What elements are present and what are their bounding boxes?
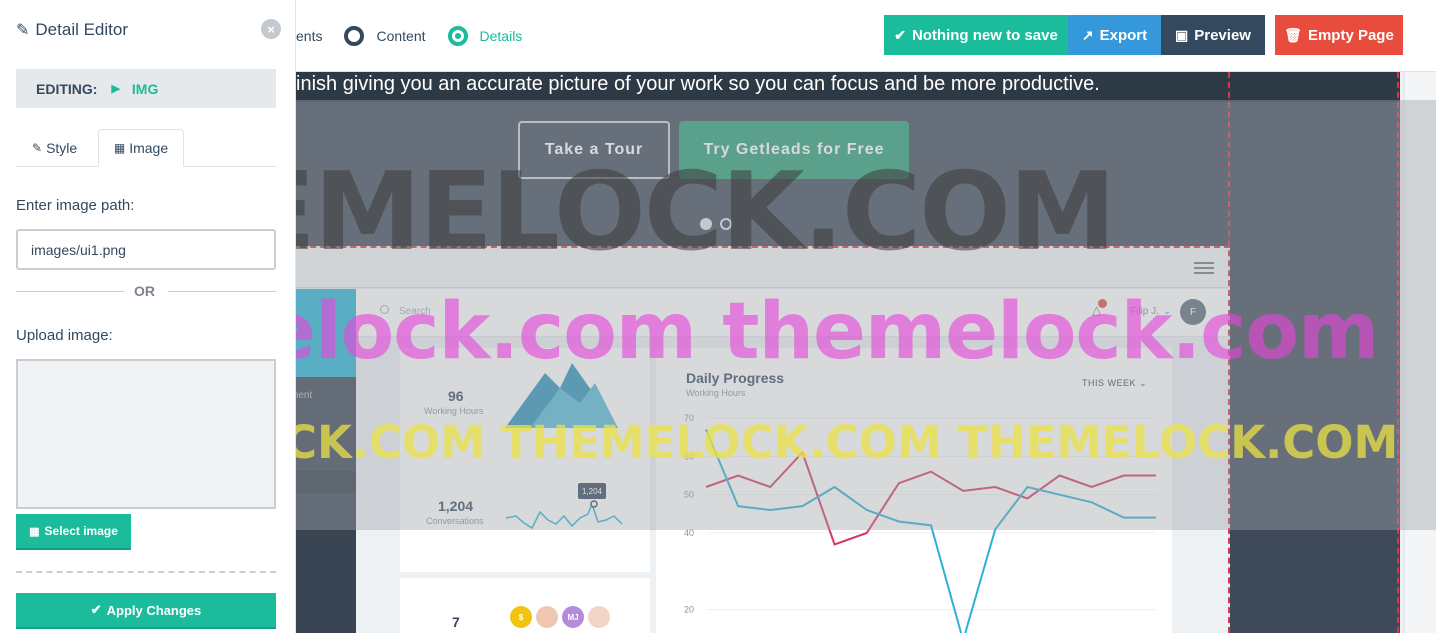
step-label: ents [296,28,323,44]
divider [168,291,276,292]
export-label: Export [1099,26,1148,44]
editing-badge: EDITING: ▶ IMG [16,69,276,108]
editor-tabs: ✎ Style ▦ Image [16,129,276,167]
check-circle-icon: ✔ [90,602,102,617]
hero-text: inish giving you an accurate picture of … [296,73,1100,95]
step-elements[interactable]: ents [296,28,322,44]
step-content[interactable]: Content [344,26,426,46]
apply-label: Apply Changes [106,602,202,618]
tab-style[interactable]: ✎ Style [32,129,77,167]
select-image-button[interactable]: ▦ Select image [16,514,131,550]
caret-right-icon: ▶ [111,83,120,95]
select-label: Select image [44,524,118,538]
stat-value: 7 [452,614,460,630]
empty-page-button[interactable]: 🗑 Empty Page [1275,15,1403,55]
panel-title-text: Detail Editor [35,20,129,39]
empty-label: Empty Page [1307,26,1394,44]
export-button[interactable]: ↗ Export [1068,15,1161,55]
toolbar-actions: ✔ Nothing new to save ↗ Export ▣ Preview 🗑 E… [884,15,1403,55]
upload-dropzone[interactable] [16,359,276,509]
y-tick-label: 20 [684,605,694,615]
avatar: MJ [562,606,584,628]
preview-label: Preview [1194,26,1251,44]
upload-label: Upload image: [16,327,113,344]
image-icon: ▦ [29,525,40,538]
avatar: $ [510,606,532,628]
step-label: Content [376,28,426,44]
image-icon: ▦ [113,141,126,155]
avatar [588,606,610,628]
wizard-steps: ents Content Details [296,24,544,48]
external-link-icon: ↗ [1081,26,1094,43]
people-list: $ MJ [510,606,620,633]
save-label: Nothing new to save [911,26,1058,44]
window-icon: ▣ [1175,26,1189,43]
step-label: Details [479,28,523,44]
editing-tag: IMG [131,80,159,97]
or-label: OR [134,283,155,299]
trash-icon: 🗑 [1284,26,1302,43]
panel-title: ✎ Detail Editor [16,20,128,40]
path-label: Enter image path: [16,197,135,214]
edit-icon: ✎ [32,141,43,155]
step-details[interactable]: Details [447,26,523,46]
preview-button[interactable]: ▣ Preview [1161,15,1265,55]
detail-editor-panel: ✎ Detail Editor × EDITING: ▶ IMG ✎ Style ▦ Im… [0,0,296,633]
avatar [536,606,558,628]
check-icon: ✔ [894,26,906,43]
divider [16,571,276,573]
image-path-input[interactable] [16,229,276,270]
edit-icon: ✎ [16,22,30,39]
step-ring-icon [447,26,468,46]
editing-label: EDITING: [36,80,98,97]
close-icon[interactable]: × [261,19,281,39]
save-button[interactable]: ✔ Nothing new to save [884,15,1068,55]
apply-changes-button[interactable]: ✔ Apply Changes [16,593,276,629]
tab-label: Style [46,140,78,156]
divider [16,291,124,292]
team-card: 7 $ MJ [400,578,650,633]
tab-label: Image [129,140,169,156]
tab-image[interactable]: ▦ Image [98,129,184,167]
step-ring-icon [344,26,365,46]
